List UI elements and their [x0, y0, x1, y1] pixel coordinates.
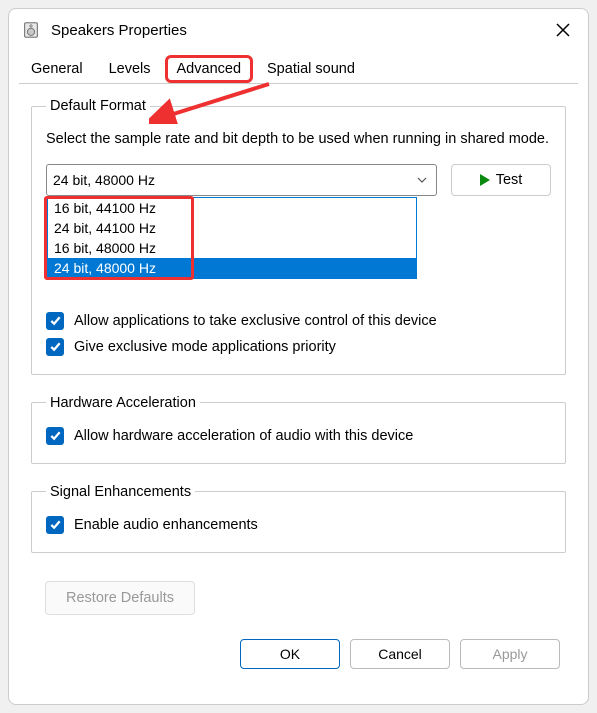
exclusive-priority-label: Give exclusive mode applications priorit…	[74, 339, 336, 355]
dropdown-selected: 24 bit, 48000 Hz	[53, 172, 155, 188]
apply-button[interactable]: Apply	[460, 639, 560, 669]
signal-enh-row: Enable audio enhancements	[46, 516, 551, 534]
exclusive-priority-row: Give exclusive mode applications priorit…	[46, 338, 551, 356]
default-format-desc: Select the sample rate and bit depth to …	[46, 130, 551, 150]
sample-rate-dropdown[interactable]: 24 bit, 48000 Hz 16 bit, 44100 Hz 24 bit…	[46, 164, 437, 196]
tabstrip: General Levels Advanced Spatial sound	[9, 51, 588, 83]
hardware-accel-checkbox[interactable]	[46, 427, 64, 445]
chevron-down-icon	[416, 174, 428, 186]
restore-defaults-button[interactable]: Restore Defaults	[45, 581, 195, 615]
hardware-accel-label: Allow hardware acceleration of audio wit…	[74, 428, 413, 444]
exclusive-priority-checkbox[interactable]	[46, 338, 64, 356]
dropdown-options: 16 bit, 44100 Hz 24 bit, 44100 Hz 16 bit…	[47, 197, 417, 279]
exclusive-control-checkbox[interactable]	[46, 312, 64, 330]
close-button[interactable]	[550, 17, 576, 43]
tab-advanced[interactable]: Advanced	[165, 55, 254, 83]
default-format-group: Default Format Select the sample rate an…	[31, 98, 566, 375]
option-16-48000[interactable]: 16 bit, 48000 Hz	[48, 238, 416, 258]
speaker-icon	[21, 20, 41, 40]
hardware-accel-legend: Hardware Acceleration	[46, 395, 200, 411]
properties-window: Speakers Properties General Levels Advan…	[8, 8, 589, 705]
dialog-footer: OK Cancel Apply	[9, 631, 588, 687]
test-label: Test	[496, 172, 523, 188]
close-icon	[555, 22, 571, 38]
cancel-button[interactable]: Cancel	[350, 639, 450, 669]
titlebar: Speakers Properties	[9, 9, 588, 51]
signal-enh-label: Enable audio enhancements	[74, 517, 258, 533]
hardware-accel-group: Hardware Acceleration Allow hardware acc…	[31, 395, 566, 464]
play-icon	[480, 174, 490, 186]
ok-button[interactable]: OK	[240, 639, 340, 669]
tab-levels[interactable]: Levels	[97, 55, 163, 83]
hardware-accel-row: Allow hardware acceleration of audio wit…	[46, 427, 551, 445]
tab-general[interactable]: General	[19, 55, 95, 83]
exclusive-control-label: Allow applications to take exclusive con…	[74, 313, 437, 329]
signal-enh-group: Signal Enhancements Enable audio enhance…	[31, 484, 566, 553]
default-format-legend: Default Format	[46, 98, 150, 114]
test-button[interactable]: Test	[451, 164, 551, 196]
option-24-48000[interactable]: 24 bit, 48000 Hz	[48, 258, 416, 278]
tab-spatial[interactable]: Spatial sound	[255, 55, 367, 83]
option-24-44100[interactable]: 24 bit, 44100 Hz	[48, 218, 416, 238]
option-16-44100[interactable]: 16 bit, 44100 Hz	[48, 198, 416, 218]
window-title: Speakers Properties	[51, 22, 550, 39]
signal-enh-legend: Signal Enhancements	[46, 484, 195, 500]
exclusive-control-row: Allow applications to take exclusive con…	[46, 312, 551, 330]
signal-enh-checkbox[interactable]	[46, 516, 64, 534]
